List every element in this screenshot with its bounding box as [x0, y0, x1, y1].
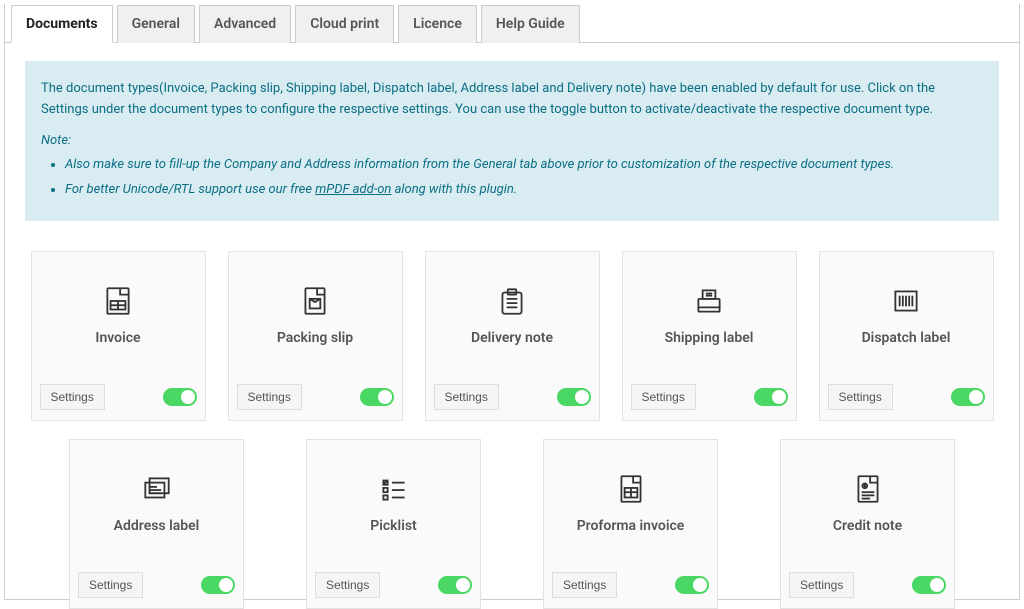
- address-label-icon: [140, 470, 174, 508]
- tab-licence[interactable]: Licence: [398, 5, 477, 43]
- proforma-invoice-icon: [614, 470, 648, 508]
- card-dispatch-label: Dispatch label Settings: [819, 251, 994, 421]
- toggle-packing-slip[interactable]: [360, 388, 394, 406]
- tab-general[interactable]: General: [117, 5, 195, 43]
- card-label: Invoice: [95, 330, 140, 346]
- cards-row-2: Address labelSettingsPicklistSettingsPro…: [5, 421, 1019, 609]
- notice-intro: The document types(Invoice, Packing slip…: [41, 79, 983, 121]
- card-label: Dispatch label: [862, 330, 951, 346]
- settings-button-proforma-invoice[interactable]: Settings: [552, 572, 617, 598]
- settings-button-invoice[interactable]: Settings: [40, 384, 105, 410]
- card-label: Delivery note: [471, 330, 553, 346]
- settings-button-shipping-label[interactable]: Settings: [631, 384, 696, 410]
- notice-note-label: Note:: [41, 131, 983, 152]
- card-picklist: Picklist Settings: [306, 439, 481, 609]
- tab-documents[interactable]: Documents: [11, 5, 113, 43]
- card-label: Proforma invoice: [577, 518, 685, 534]
- delivery-note-icon: [495, 282, 529, 320]
- dispatch-label-icon: [889, 282, 923, 320]
- settings-button-dispatch-label[interactable]: Settings: [828, 384, 893, 410]
- toggle-address-label[interactable]: [201, 576, 235, 594]
- card-label: Picklist: [370, 518, 416, 534]
- card-packing-slip: Packing slip Settings: [228, 251, 403, 421]
- picklist-icon: [377, 470, 411, 508]
- tab-help-guide[interactable]: Help Guide: [481, 5, 580, 43]
- card-label: Credit note: [833, 518, 902, 534]
- notice-bullet-1: Also make sure to fill-up the Company an…: [65, 155, 983, 176]
- card-address-label: Address label Settings: [69, 439, 244, 609]
- settings-button-delivery-note[interactable]: Settings: [434, 384, 499, 410]
- toggle-invoice[interactable]: [163, 388, 197, 406]
- card-label: Address label: [114, 518, 200, 534]
- invoice-icon: [101, 282, 135, 320]
- cards-row-1: InvoiceSettingsPacking slipSettingsDeliv…: [5, 237, 1019, 421]
- card-label: Packing slip: [277, 330, 353, 346]
- toggle-delivery-note[interactable]: [557, 388, 591, 406]
- toggle-dispatch-label[interactable]: [951, 388, 985, 406]
- tabs-nav: DocumentsGeneralAdvancedCloud printLicen…: [5, 4, 1019, 43]
- notice-bullet-2: For better Unicode/RTL support use our f…: [65, 180, 983, 201]
- shipping-label-icon: [692, 282, 726, 320]
- card-credit-note: Credit note Settings: [780, 439, 955, 609]
- toggle-credit-note[interactable]: [912, 576, 946, 594]
- card-proforma-invoice: Proforma invoice Settings: [543, 439, 718, 609]
- card-delivery-note: Delivery note Settings: [425, 251, 600, 421]
- tab-advanced[interactable]: Advanced: [199, 5, 291, 43]
- settings-button-packing-slip[interactable]: Settings: [237, 384, 302, 410]
- card-invoice: Invoice Settings: [31, 251, 206, 421]
- card-shipping-label: Shipping label Settings: [622, 251, 797, 421]
- toggle-proforma-invoice[interactable]: [675, 576, 709, 594]
- settings-button-credit-note[interactable]: Settings: [789, 572, 854, 598]
- card-label: Shipping label: [665, 330, 754, 346]
- toggle-picklist[interactable]: [438, 576, 472, 594]
- credit-note-icon: [851, 470, 885, 508]
- settings-button-picklist[interactable]: Settings: [315, 572, 380, 598]
- toggle-shipping-label[interactable]: [754, 388, 788, 406]
- settings-button-address-label[interactable]: Settings: [78, 572, 143, 598]
- packing-slip-icon: [298, 282, 332, 320]
- tab-cloud-print[interactable]: Cloud print: [295, 5, 394, 43]
- mpdf-addon-link[interactable]: mPDF add-on: [315, 182, 391, 197]
- info-notice: The document types(Invoice, Packing slip…: [25, 61, 999, 221]
